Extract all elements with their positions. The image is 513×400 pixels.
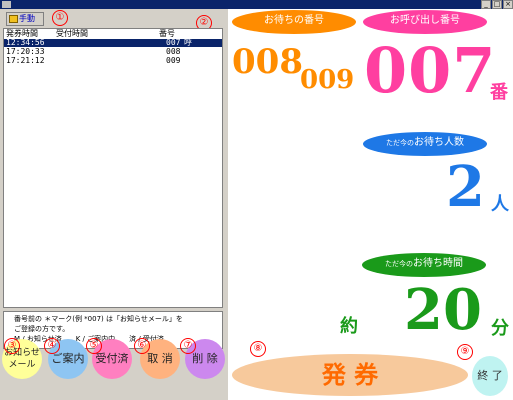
row-issued: 17:21:12 xyxy=(6,56,45,65)
end-button-label: 終 了 xyxy=(477,369,503,382)
marker-3: ③ xyxy=(4,338,20,354)
approx-label: 約 xyxy=(340,316,358,337)
table-row[interactable]: 17:21:12 009 xyxy=(4,57,222,65)
row-issued: 12:34:56 xyxy=(6,38,45,47)
list-header: 発券時間 受付時間 番号 xyxy=(4,29,222,38)
calling-number-unit: 番 xyxy=(490,82,508,103)
waiting-count-unit: 人 xyxy=(491,194,509,215)
marker-5: ⑤ xyxy=(86,338,102,354)
col-number-header: 番号 xyxy=(159,29,175,38)
delete-button-label: 削 除 xyxy=(192,352,218,365)
table-row[interactable]: 12:34:56 007 呼 xyxy=(4,39,222,47)
manual-button-label: 手動 xyxy=(19,14,35,23)
document-icon xyxy=(9,15,18,23)
close-button[interactable]: × xyxy=(503,0,513,9)
waiting-time-unit: 分 xyxy=(491,318,509,339)
issue-ticket-button[interactable]: 発 券 xyxy=(232,354,468,396)
ticket-list[interactable]: 発券時間 受付時間 番号 12:34:56 007 呼 17:20:33 008… xyxy=(3,28,223,308)
waiting-time-main: お待ち時間 xyxy=(413,258,463,269)
cancel-button-label: 取 消 xyxy=(147,352,173,365)
row-mark: 呼 xyxy=(184,38,192,47)
title-bar: _ □ × xyxy=(0,0,513,9)
calling-number: 007 xyxy=(364,34,497,107)
info-line-1: 番号前の ＊マーク(例 *007) は「お知らせメール」を xyxy=(14,315,183,323)
waiting-count-main: お待ち人数 xyxy=(414,137,464,148)
row-issued: 17:20:33 xyxy=(6,47,45,56)
marker-4: ④ xyxy=(44,338,60,354)
waiting-number-1: 008 xyxy=(232,42,303,82)
end-button[interactable]: 終 了 xyxy=(472,356,508,396)
manual-button[interactable]: 手動 xyxy=(6,12,44,26)
table-row[interactable]: 17:20:33 008 xyxy=(4,48,222,56)
marker-8: ⑧ xyxy=(250,341,266,357)
marker-9: ⑨ xyxy=(457,344,473,360)
waiting-count-prefix: ただ今の xyxy=(386,139,414,147)
issue-ticket-label: 発 券 xyxy=(321,361,379,389)
marker-7: ⑦ xyxy=(180,338,196,354)
app-icon xyxy=(2,1,11,8)
maximize-button[interactable]: □ xyxy=(492,0,502,9)
guide-button-label: ご案内 xyxy=(51,352,85,365)
col-accepted-header: 受付時間 xyxy=(56,29,88,38)
accepted-button-label: 受付済 xyxy=(95,352,129,365)
row-number: 008 xyxy=(166,47,181,56)
row-number: 007 xyxy=(166,38,181,47)
marker-6: ⑥ xyxy=(134,338,150,354)
notify-mail-label-2: メール xyxy=(8,360,36,370)
info-line-2: ご登録の方です。 xyxy=(14,325,70,333)
waiting-number-2: 009 xyxy=(300,65,355,95)
waiting-count-value: 2 xyxy=(446,154,485,220)
waiting-time-label: ただ今のお待ち時間 xyxy=(362,253,486,277)
waiting-time-prefix: ただ今の xyxy=(385,260,413,268)
marker-1: ① xyxy=(52,10,68,26)
minimize-button[interactable]: _ xyxy=(481,0,491,9)
waiting-numbers-label: お待ちの番号 xyxy=(232,10,356,34)
row-number: 009 xyxy=(166,56,181,65)
col-issued-header: 発券時間 xyxy=(6,29,38,38)
waiting-time-value: 20 xyxy=(404,277,482,343)
